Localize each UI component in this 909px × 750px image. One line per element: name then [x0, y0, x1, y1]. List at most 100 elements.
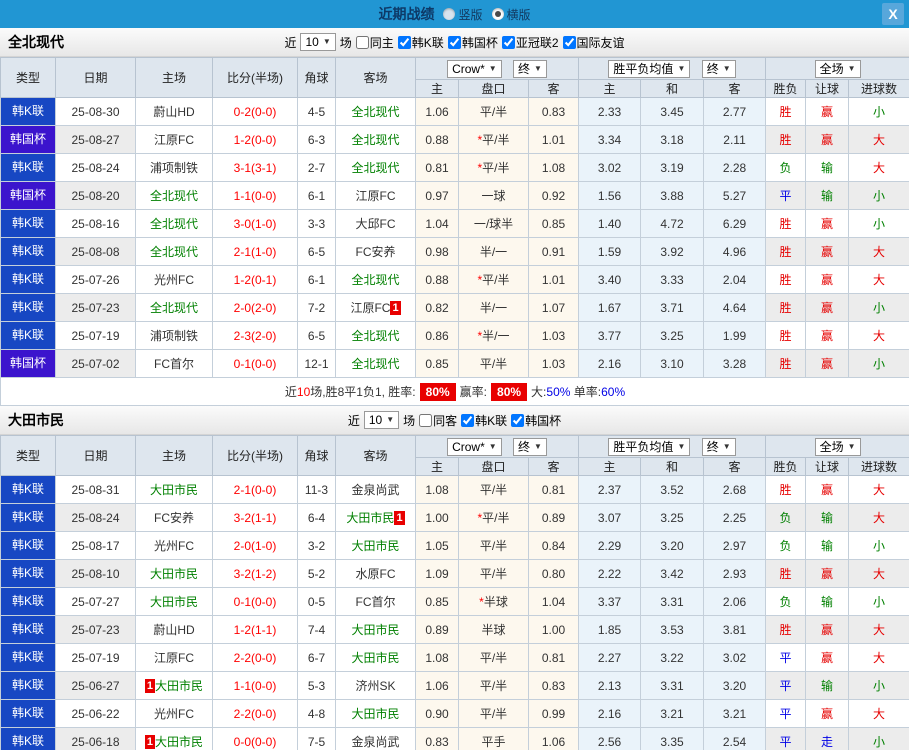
odds-away: 0.91: [527, 237, 580, 266]
result-wdl: 胜: [765, 125, 807, 154]
col-header-home: 主场: [135, 57, 213, 98]
league-type-cell: 韩K联: [0, 671, 56, 700]
away-team-name: 大邱FC: [355, 217, 396, 231]
odds-away: 1.04: [527, 587, 580, 616]
home-team: 全北现代: [135, 209, 213, 238]
away-team-name: 大田市民: [351, 623, 400, 637]
odds-home: 1.09: [415, 559, 459, 588]
col-header-mean-home: 主: [578, 457, 642, 476]
col-header-odds-home: 主: [415, 457, 459, 476]
away-team: 大田市民 1: [335, 503, 416, 532]
away-team-name: 大田市民: [351, 539, 400, 553]
corner-score: 5-3: [297, 671, 336, 700]
mean-final-select[interactable]: 终 ▼: [701, 437, 736, 456]
league-filter-checkbox[interactable]: [501, 35, 515, 49]
match-score: 2-3(2-0): [212, 321, 298, 350]
scope-select[interactable]: 全场 ▼: [814, 59, 861, 78]
league-filter-checkbox[interactable]: [562, 35, 576, 49]
scope-select[interactable]: 全场 ▼: [814, 437, 861, 456]
match-score: 1-2(1-1): [212, 615, 298, 644]
match-row: 韩K联 25-08-31 大田市民 2-1(0-0) 11-3 金泉尚武 1.08 平/半 0.…: [0, 475, 909, 504]
odds-final-select[interactable]: 终 ▼: [513, 437, 547, 456]
match-date: 25-06-22: [55, 699, 136, 728]
mean-final-select[interactable]: 终 ▼: [701, 59, 736, 78]
mean-draw: 3.88: [640, 181, 705, 210]
horizontal-layout-label[interactable]: 横版: [507, 6, 531, 23]
odds-home: 0.97: [415, 181, 459, 210]
odds-company-select[interactable]: Crow* ▼: [447, 437, 502, 456]
odds-handicap: 平/半: [458, 559, 529, 588]
match-count-value: 10: [305, 35, 319, 49]
col-header-date: 日期: [55, 435, 136, 476]
mean-type-select[interactable]: 胜平负均值 ▼: [608, 437, 691, 456]
mean-away: 2.54: [703, 727, 767, 750]
col-header-mean-away: 客: [703, 457, 767, 476]
league-filter-checkbox[interactable]: [461, 413, 475, 427]
result-handicap: 输: [805, 587, 850, 616]
league-type-cell: 韩K联: [0, 503, 56, 532]
away-team-name: FC安养: [355, 245, 396, 259]
result-goals: 大: [848, 615, 909, 644]
same-venue-label: 同客: [433, 413, 458, 428]
league-type-cell: 韩K联: [0, 475, 56, 504]
vertical-layout-radio[interactable]: [443, 8, 456, 20]
result-handicap: 输: [805, 153, 850, 182]
match-score: 2-1(0-0): [212, 475, 298, 504]
league-badge: 韩K联: [1, 504, 55, 531]
odds-home: 0.88: [415, 125, 459, 154]
corner-score: 6-5: [297, 321, 336, 350]
section-header: 全北现代 近 10 ▼ 场同主 韩K联 韩国杯 亚冠联2 国际友谊: [0, 28, 909, 57]
league-badge: 韩K联: [1, 322, 55, 349]
col-header-away: 客场: [335, 435, 416, 476]
result-handicap: 赢: [805, 349, 850, 378]
odds-away: 1.08: [527, 153, 580, 182]
col-header-corner: 角球: [297, 435, 336, 476]
mean-home: 2.33: [578, 97, 642, 126]
odds-away: 1.00: [527, 615, 580, 644]
vertical-layout-label[interactable]: 竖版: [458, 6, 482, 23]
odds-home: 1.06: [415, 97, 459, 126]
match-row: 韩国杯 25-08-27 江原FC 1-2(0-0) 6-3 全北现代 0.88 *平/半 1.…: [0, 125, 909, 154]
away-team-name: 江原FC: [355, 189, 396, 203]
home-team-name: 大田市民: [149, 595, 198, 609]
same-venue-checkbox[interactable]: [419, 413, 433, 427]
odds-company-select[interactable]: Crow* ▼: [447, 59, 502, 78]
odds-final-select[interactable]: 终 ▼: [513, 59, 547, 78]
col-header-result-handicap: 让球: [805, 79, 850, 98]
odds-home: 0.81: [415, 153, 459, 182]
match-date: 25-07-23: [55, 615, 136, 644]
mean-away: 1.99: [703, 321, 767, 350]
dropdown-arrow-icon: ▼: [722, 441, 731, 451]
match-count-select[interactable]: 10 ▼: [300, 33, 336, 51]
col-header-type: 类型: [0, 57, 56, 98]
col-header-mean-away: 客: [703, 79, 767, 98]
result-goals: 大: [848, 699, 909, 728]
odds-away: 0.99: [527, 699, 580, 728]
league-filter-label: 国际友谊: [576, 35, 625, 50]
corner-score: 6-3: [297, 125, 336, 154]
league-filter-checkbox[interactable]: [447, 35, 461, 49]
result-goals: 大: [848, 265, 909, 294]
match-count-select[interactable]: 10 ▼: [363, 411, 400, 429]
same-venue-checkbox[interactable]: [355, 35, 369, 49]
odds-away: 0.83: [527, 671, 580, 700]
early-odds-star: *: [477, 273, 483, 287]
league-filter-checkbox[interactable]: [511, 413, 525, 427]
dropdown-arrow-icon: ▼: [722, 63, 731, 73]
mean-away: 3.21: [703, 699, 767, 728]
horizontal-layout-radio[interactable]: [491, 8, 504, 20]
mean-type-select[interactable]: 胜平负均值 ▼: [608, 59, 691, 78]
result-wdl: 平: [765, 727, 807, 750]
match-date: 25-08-20: [55, 181, 136, 210]
match-row: 韩K联 25-08-10 大田市民 3-2(1-2) 5-2 水原FC 1.09 平/半 0.8…: [0, 559, 909, 588]
recent-results-popup: 近期战绩 竖版 横版 X 全北现代 近 10 ▼ 场同主 韩K联 韩国杯 亚冠联2 国际友谊 …: [0, 0, 909, 750]
league-filter-label: 韩国杯: [525, 413, 562, 428]
away-team: 大田市民: [335, 615, 416, 644]
home-team-name: 全北现代: [149, 301, 198, 315]
summary-cell: 近10场,胜8平1负1, 胜率: 80% 赢率: 80% 大:50% 单率:60%: [0, 377, 909, 406]
result-handicap: 赢: [805, 699, 850, 728]
close-icon[interactable]: X: [882, 3, 904, 25]
col-header-result-goals: 进球数: [848, 79, 909, 98]
league-type-cell: 韩K联: [0, 587, 56, 616]
league-filter-checkbox[interactable]: [397, 35, 411, 49]
